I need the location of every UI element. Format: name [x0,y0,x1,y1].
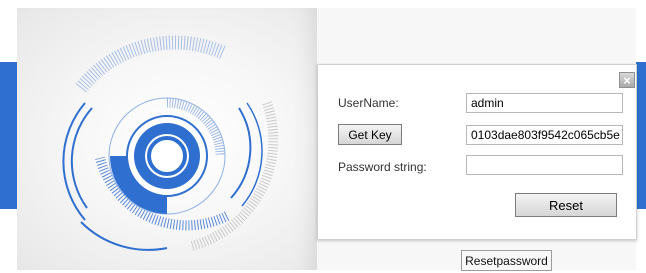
username-label: UserName: [338,96,399,110]
username-field[interactable]: admin [466,93,623,113]
concentric-circles-logo-icon [62,35,279,251]
password-string-field[interactable] [466,155,623,175]
reset-password-button[interactable]: Resetpassword [461,250,552,271]
key-field[interactable]: 0103dae803f9542c065cb5e [466,125,623,145]
reset-password-dialog: × UserName: admin Get Key 0103dae803f954… [317,64,637,240]
password-string-label: Password string: [338,160,427,174]
reset-button[interactable]: Reset [515,193,617,217]
close-icon[interactable]: × [619,72,635,88]
get-key-button[interactable]: Get Key [338,124,402,145]
